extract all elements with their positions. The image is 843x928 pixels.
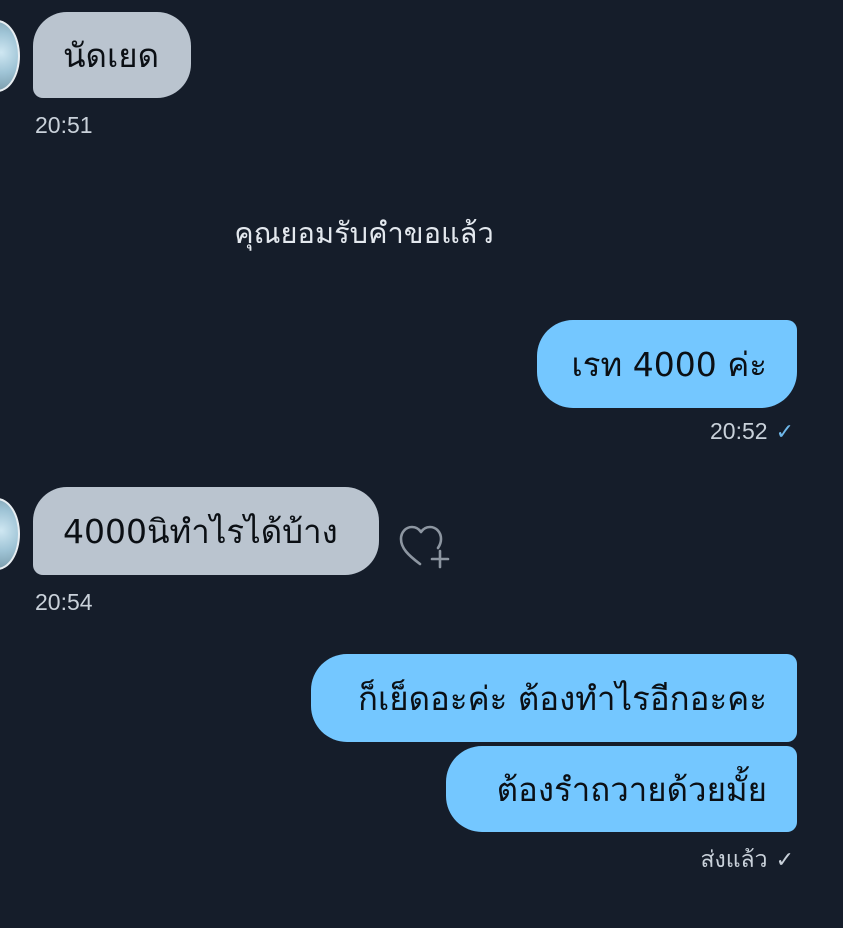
message-time: 20:52 bbox=[710, 418, 768, 444]
message-time: 20:54 bbox=[35, 589, 93, 615]
message-text: ก็เย็ดอะค่ะ ต้องทำไรอีกอะคะ bbox=[358, 678, 767, 718]
incoming-message-bubble[interactable]: 4000นิทำไรได้บ้าง bbox=[33, 487, 379, 575]
request-accepted-notice: คุณยอมรับคำขอแล้ว bbox=[234, 216, 494, 250]
check-icon: ✓ bbox=[775, 847, 794, 872]
message-text: นัดเยด bbox=[63, 35, 160, 75]
outgoing-message-bubble[interactable]: ก็เย็ดอะค่ะ ต้องทำไรอีกอะคะ bbox=[311, 654, 797, 742]
message-time: 20:51 bbox=[35, 112, 93, 138]
outgoing-message-bubble[interactable]: เรท 4000 ค่ะ bbox=[537, 320, 797, 408]
message-time-row: 20:52 ✓ bbox=[640, 418, 794, 445]
avatar[interactable] bbox=[0, 20, 20, 92]
avatar[interactable] bbox=[0, 498, 20, 570]
outgoing-message-bubble[interactable]: ต้องรำถวายด้วยมั้ย bbox=[446, 746, 797, 832]
message-text: ต้องรำถวายด้วยมั้ย bbox=[496, 769, 767, 809]
sent-status-row: ส่งแล้ว ✓ bbox=[620, 842, 794, 878]
sent-status: ส่งแล้ว bbox=[700, 846, 768, 872]
message-text: 4000นิทำไรได้บ้าง bbox=[63, 511, 338, 551]
message-text: เรท 4000 ค่ะ bbox=[571, 344, 767, 384]
incoming-message-bubble[interactable]: นัดเยด bbox=[33, 12, 191, 98]
heart-plus-icon[interactable] bbox=[398, 520, 454, 572]
check-icon: ✓ bbox=[775, 419, 794, 444]
